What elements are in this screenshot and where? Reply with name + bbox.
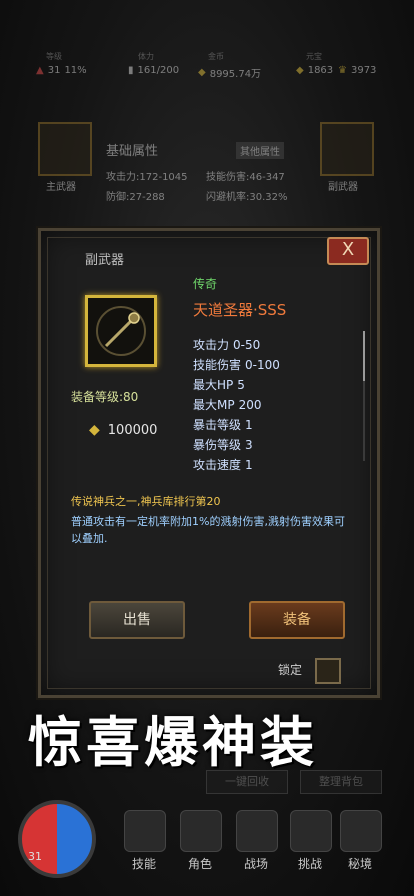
bottom-nav-bar: 31 技能 角色 战场 挑战 秘境	[0, 800, 414, 896]
gold-value: 8995.74万	[209, 69, 262, 80]
attribute-key: 最大HP	[193, 378, 234, 392]
attribute-list: 攻击力 0-50 技能伤害 0-100 最大HP 5 最大MP 200 暴击等级 1 暴伤…	[193, 335, 280, 475]
attribute-value: 0-50	[233, 338, 261, 352]
attribute-row: 攻击力 0-50	[193, 335, 280, 355]
challenge-icon[interactable]	[290, 810, 332, 852]
item-description: 普通攻击有一定机率附加1%的溅射伤害,溅射伤害效果可以叠加.	[71, 515, 345, 545]
level-value: 31	[47, 65, 61, 76]
level-stat: 等级 ▲ 31 11%	[36, 52, 87, 76]
ingot-stat: 元宝 ◆ 1863	[296, 52, 334, 76]
attribute-value: 3	[245, 438, 253, 452]
attribute-value: 0-100	[245, 358, 280, 372]
equip-button[interactable]: 装备	[249, 601, 345, 639]
attribute-key: 攻击力	[193, 338, 230, 352]
attribute-key: 攻击速度	[193, 458, 242, 472]
hp-mp-orb	[18, 800, 96, 878]
gold-stat: 金币 ◆ 8995.74万	[198, 52, 262, 80]
level-caption: 等级	[46, 52, 62, 61]
attribute-row: 最大HP 5	[193, 375, 280, 395]
level-exp: 11%	[64, 65, 87, 76]
item-detail-modal: 副武器 X 装备等级:80 ◆ 100000 传奇 天道圣器·SSS 攻击力 0-…	[38, 228, 380, 698]
one-click-recycle-button[interactable]: 一键回收	[206, 770, 288, 794]
attribute-value: 200	[238, 398, 262, 412]
banner-text: 惊喜爆神装	[28, 710, 318, 774]
top-status-bar: 等级 ▲ 31 11% 体力 ▮ 161/200 金币 ◆ 8995.74万 元…	[0, 45, 414, 97]
attribute-row: 攻击速度 1	[193, 455, 280, 475]
defense-stat: 防御:27-288	[106, 192, 165, 203]
close-button[interactable]: X	[327, 237, 369, 265]
player-level: 31	[28, 850, 42, 863]
basic-attributes-title: 基础属性	[106, 144, 159, 159]
attribute-row: 最大MP 200	[193, 395, 280, 415]
ingot-caption: 元宝	[306, 52, 322, 61]
gold-ingot-icon: ◆	[89, 422, 100, 438]
sub-weapon-label: 副武器	[328, 182, 358, 193]
attribute-row: 暴击等级 1	[193, 415, 280, 435]
attribute-value: 1	[245, 458, 253, 472]
gold-icon: ◆	[198, 67, 206, 78]
rarity-label: 传奇	[193, 277, 218, 291]
other-attributes-tab[interactable]: 其他属性	[236, 142, 284, 159]
equip-level: 装备等级:80	[71, 390, 139, 404]
skill-damage-stat: 技能伤害:46-347	[206, 172, 285, 183]
ingot-icon: ◆	[296, 65, 304, 76]
crown-icon: ♛	[338, 65, 347, 76]
item-name: 天道圣器·SSS	[193, 301, 287, 319]
lock-label: 锁定	[278, 663, 303, 677]
main-weapon-slot[interactable]	[38, 122, 92, 176]
level-icon: ▲	[36, 65, 44, 76]
attribute-row: 暴伤等级 3	[193, 435, 280, 455]
stamina-caption: 体力	[138, 52, 154, 61]
attribute-key: 技能伤害	[193, 358, 242, 372]
character-attributes-panel: 主武器 基础属性 其他属性 攻击力:172-1045 技能伤害:46-347 防…	[30, 120, 384, 220]
crown-stat: ♛ 3973	[338, 65, 376, 76]
attribute-scrollbar[interactable]	[363, 331, 365, 461]
item-icon	[85, 295, 157, 367]
modal-title: 副武器	[85, 253, 125, 268]
dodge-stat: 闪避机率:30.32%	[206, 192, 288, 203]
stamina-value: 161/200	[137, 65, 180, 76]
attack-stat: 攻击力:172-1045	[106, 172, 188, 183]
crown-value: 3973	[350, 65, 377, 76]
stamina-icon: ▮	[128, 65, 134, 76]
skill-icon[interactable]	[124, 810, 166, 852]
main-weapon-label: 主武器	[46, 182, 76, 193]
nav-secret-realm[interactable]: 秘境	[348, 855, 372, 872]
attribute-row: 技能伤害 0-100	[193, 355, 280, 375]
sort-bag-button[interactable]: 整理背包	[300, 770, 382, 794]
price: ◆ 100000	[89, 422, 157, 438]
attribute-key: 最大MP	[193, 398, 235, 412]
staff-icon	[96, 306, 146, 356]
sell-button[interactable]: 出售	[89, 601, 185, 639]
gold-caption: 金币	[208, 52, 224, 61]
stamina-stat: 体力 ▮ 161/200	[128, 52, 180, 76]
character-icon[interactable]	[180, 810, 222, 852]
lock-checkbox[interactable]	[315, 658, 341, 684]
attribute-key: 暴伤等级	[193, 438, 242, 452]
ingot-value: 1863	[307, 65, 334, 76]
attribute-key: 暴击等级	[193, 418, 242, 432]
price-value: 100000	[107, 422, 158, 438]
nav-character[interactable]: 角色	[188, 855, 212, 872]
nav-challenge[interactable]: 挑战	[298, 855, 322, 872]
attribute-value: 5	[237, 378, 245, 392]
nav-skill[interactable]: 技能	[132, 855, 156, 872]
legend-text: 传说神兵之一,神兵库排行第20	[71, 495, 221, 508]
attribute-value: 1	[245, 418, 253, 432]
battlefield-icon[interactable]	[236, 810, 278, 852]
sub-weapon-slot[interactable]	[320, 122, 374, 176]
secret-realm-icon[interactable]	[340, 810, 382, 852]
nav-battlefield[interactable]: 战场	[244, 855, 268, 872]
